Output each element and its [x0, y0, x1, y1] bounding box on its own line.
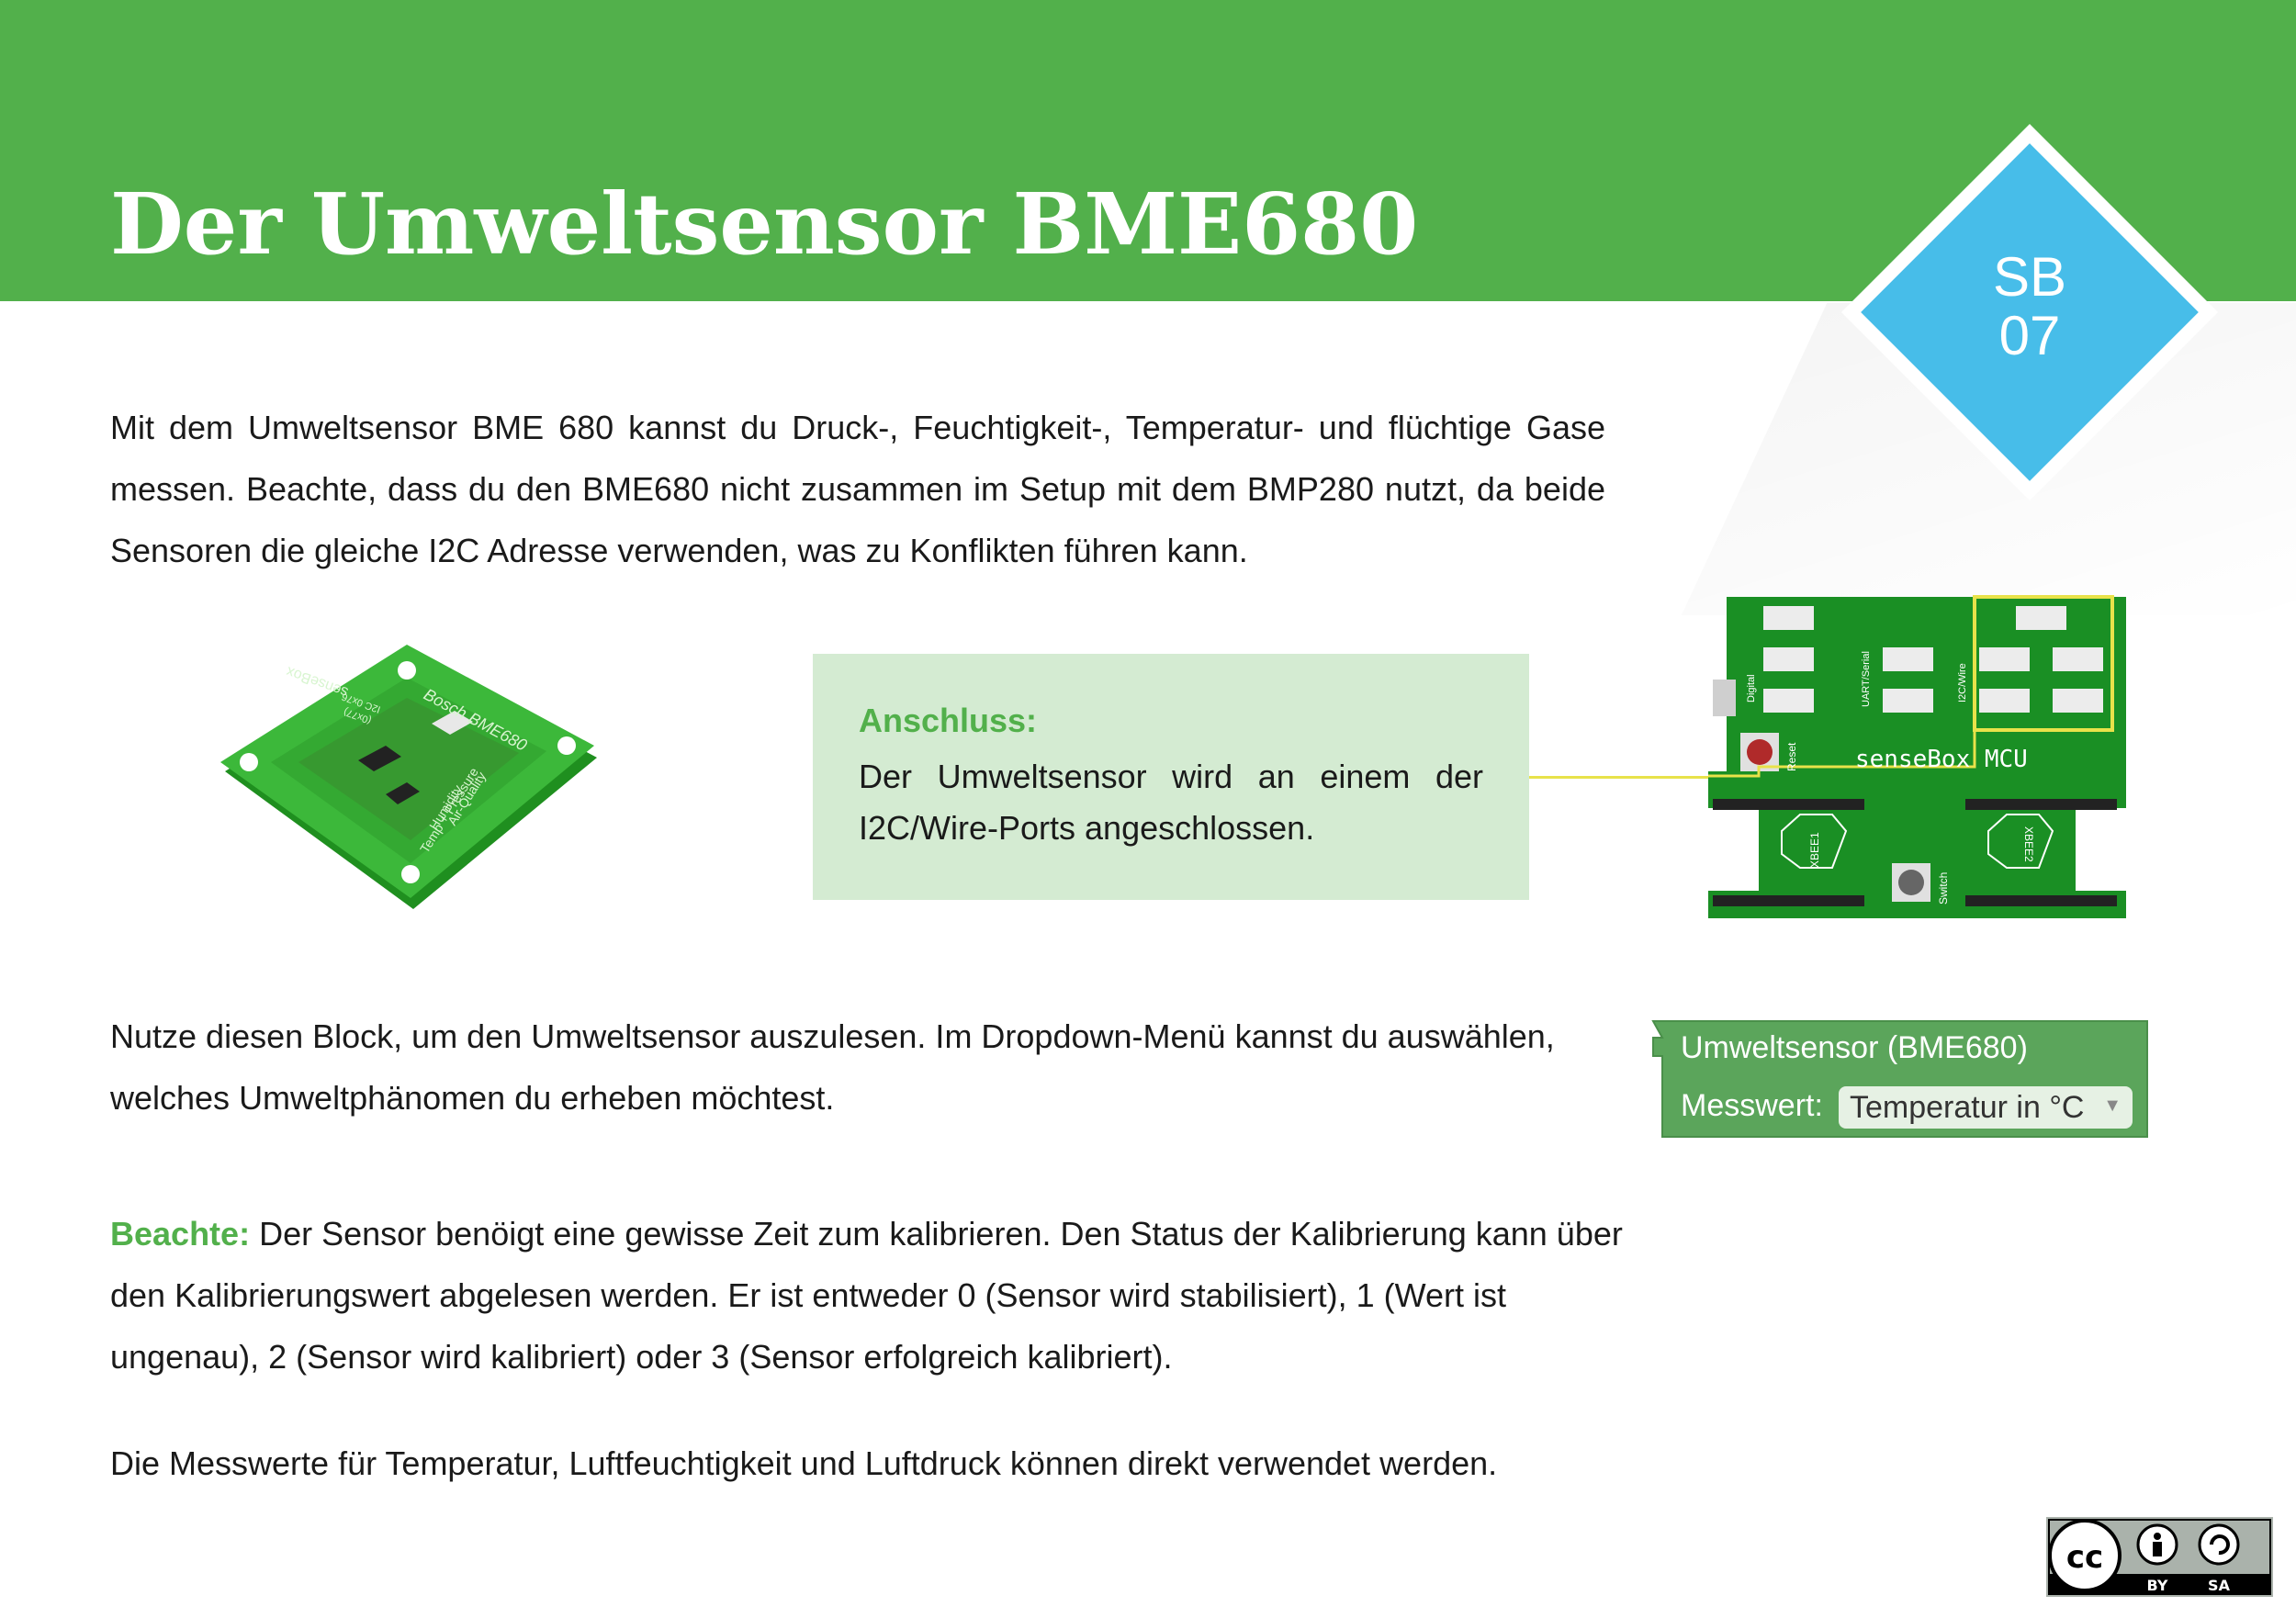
cc-text: cc	[2066, 1539, 2103, 1576]
dropdown-value: Temperatur in °C	[1850, 1090, 2085, 1125]
sa-text: SA	[2208, 1577, 2231, 1594]
mcu-xbee1-label: XBEE1	[1808, 832, 1821, 868]
chevron-down-icon: ▼	[2103, 1096, 2122, 1116]
sheet-number: SB 07	[1910, 248, 2149, 365]
mcu-uart-label: UART/Serial	[1861, 651, 1872, 707]
mcu-xbee2-label: XBEE2	[2022, 826, 2035, 862]
connection-text: Der Umweltsensor wird an einem der I2C/W…	[859, 758, 1483, 847]
note-text: Der Sensor benöigt eine gewisse Zeit zum…	[110, 1215, 1623, 1376]
by-text: BY	[2147, 1577, 2168, 1594]
block-label: Messwert:	[1681, 1088, 1823, 1123]
mcu-name-label: senseBox MCU	[1855, 746, 2028, 773]
badge-line-2: 07	[1998, 305, 2061, 366]
block-paragraph: Nutze diesen Block, um den Umweltsensor …	[110, 1017, 1555, 1117]
final-paragraph: Die Messwerte für Temperatur, Luftfeucht…	[110, 1444, 1498, 1482]
mcu-i2c-label: I2C/Wire	[1957, 663, 1968, 702]
badge-line-1: SB	[1992, 246, 2067, 308]
cc-by-sa-license-icon: cc BY SA	[2046, 1517, 2273, 1597]
measurement-dropdown[interactable]: Temperatur in °C ▼	[1839, 1086, 2133, 1129]
note-prefix: Beachte:	[110, 1215, 251, 1253]
intro-paragraph: Mit dem Umweltsensor BME 680 kannst du D…	[110, 409, 1605, 569]
mcu-switch-label: Switch	[1937, 872, 1950, 905]
sensor-maker-label: senseBox	[285, 663, 351, 700]
page-title: Der Umweltsensor BME680	[110, 174, 1419, 274]
connector-line	[1529, 776, 1713, 779]
note-paragraph: Beachte: Der Sensor benöigt eine gewisse…	[110, 1203, 1635, 1388]
connection-info-box: Anschluss: Der Umweltsensor wird an eine…	[813, 654, 1529, 900]
block-title: Umweltsensor (BME680)	[1681, 1030, 2028, 1065]
bme680-sensor-board-icon: Bosch BME680 senseBox Temp + Pressure Hu…	[220, 645, 597, 909]
connection-heading: Anschluss:	[859, 702, 1038, 739]
mcu-reset-label: Reset	[1785, 742, 1798, 771]
mcu-digital-label: Digital	[1746, 674, 1757, 702]
sensebox-mcu-board-icon: senseBox MCU Reset Switch XBEE1 XBEE2 Di…	[1708, 595, 2126, 918]
